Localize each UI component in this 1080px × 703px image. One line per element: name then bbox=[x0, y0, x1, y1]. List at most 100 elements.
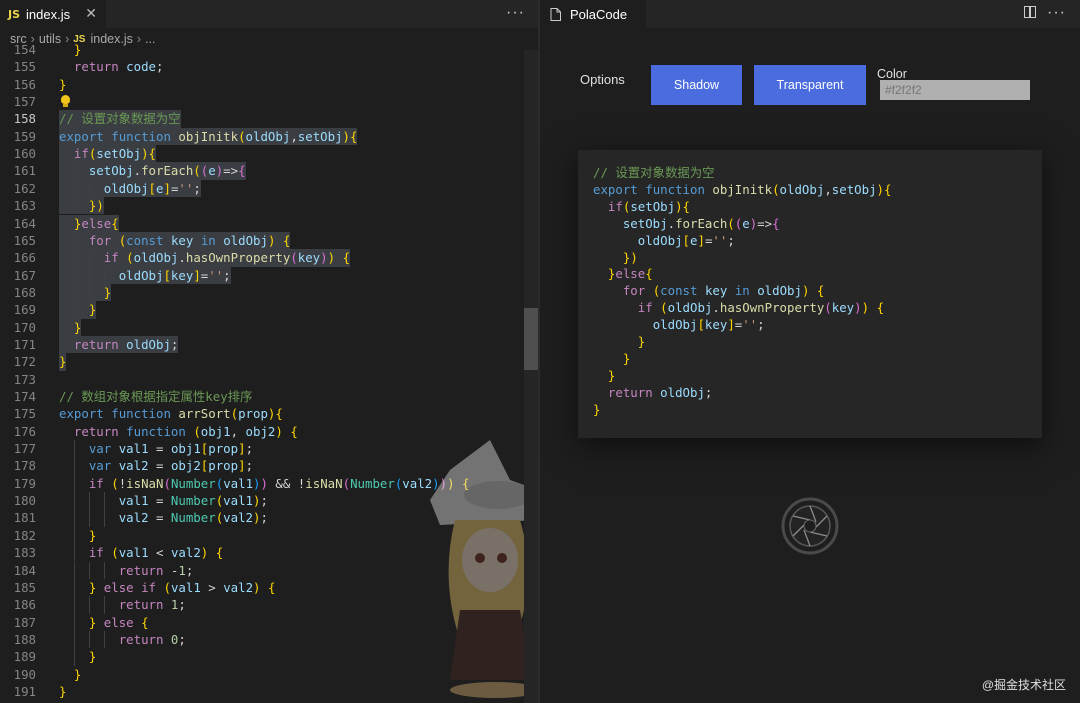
line-number: 184 bbox=[13, 562, 36, 578]
scrollbar-thumb[interactable] bbox=[524, 308, 538, 370]
tab-index-js[interactable]: JS index.js ✕ bbox=[0, 0, 106, 28]
indent-guide bbox=[73, 544, 75, 562]
line-code: export function arrSort(prop){ bbox=[59, 406, 283, 422]
line-code: } bbox=[59, 76, 67, 92]
mascot-background-image bbox=[430, 440, 538, 698]
indent-guide bbox=[103, 509, 105, 527]
line-number: 164 bbox=[13, 215, 36, 231]
code-line[interactable]: 161 setObj.forEach((e)=>{ bbox=[0, 162, 538, 180]
indent-guide bbox=[88, 561, 90, 579]
code-line[interactable]: 168 } bbox=[0, 283, 538, 302]
line-code: } else if (val1 > val2) { bbox=[88, 579, 276, 595]
line-code: } bbox=[88, 649, 97, 665]
code-line[interactable]: 162 oldObj[e]=''; bbox=[0, 179, 538, 198]
code-line[interactable]: 158 // 设置对象数据为空 bbox=[0, 110, 538, 128]
code-line[interactable]: 155 return code; bbox=[0, 58, 538, 75]
more-icon[interactable]: ··· bbox=[1047, 4, 1066, 22]
line-code: oldObj[e]=''; bbox=[59, 179, 201, 198]
indent-guide bbox=[73, 492, 75, 510]
line-number: 162 bbox=[13, 180, 36, 196]
code-line[interactable]: 174 // 数组对象根据指定属性key排序 bbox=[0, 388, 538, 405]
indent-guide bbox=[73, 648, 75, 666]
shutter-icon[interactable] bbox=[781, 497, 839, 555]
line-code: return 0; bbox=[118, 631, 186, 647]
line-number: 178 bbox=[13, 458, 36, 474]
line-number: 182 bbox=[13, 527, 36, 543]
indent-guide bbox=[103, 561, 105, 579]
line-code: return oldObj; bbox=[59, 335, 179, 354]
code-line[interactable]: 157 bbox=[0, 93, 538, 110]
line-code: }else{ bbox=[59, 214, 119, 232]
line-number: 160 bbox=[13, 146, 36, 162]
code-line[interactable]: 165 for (const key in oldObj) { bbox=[0, 231, 538, 250]
snippet-line: }else{ bbox=[607, 266, 653, 282]
indent-guide bbox=[88, 596, 90, 614]
line-code: var val1 = obj1[prop]; bbox=[88, 441, 254, 457]
options-label: Options bbox=[580, 72, 625, 87]
line-code: if (oldObj.hasOwnProperty(key)) { bbox=[59, 249, 351, 267]
line-code: if (!isNaN(Number(val1)) && !isNaN(Numbe… bbox=[88, 475, 470, 491]
polacode-pane: PolaCode ··· Options Shadow Transparent … bbox=[540, 0, 1080, 703]
line-number: 188 bbox=[13, 631, 36, 647]
code-line[interactable]: 169 } bbox=[0, 301, 538, 319]
line-code: } bbox=[59, 301, 97, 319]
code-line[interactable]: 156} bbox=[0, 76, 538, 93]
polacode-tab-label: PolaCode bbox=[570, 6, 628, 22]
indent-guide bbox=[103, 630, 105, 649]
code-line[interactable]: 176 return function (obj1, obj2) { bbox=[0, 423, 538, 440]
indent-guide bbox=[73, 630, 75, 649]
close-icon[interactable]: ✕ bbox=[85, 5, 97, 22]
line-code: return -1; bbox=[118, 562, 194, 578]
scrollbar-track[interactable] bbox=[524, 50, 538, 703]
code-line[interactable]: 170 } bbox=[0, 318, 538, 336]
tab-filename: index.js bbox=[26, 6, 71, 22]
indent-guide bbox=[103, 492, 105, 510]
line-code: // 设置对象数据为空 bbox=[59, 110, 181, 128]
indent-guide bbox=[73, 474, 75, 493]
snippet-line: for (const key in oldObj) { bbox=[622, 283, 825, 299]
snippet-line: }) bbox=[622, 249, 638, 265]
line-code: setObj.forEach((e)=>{ bbox=[59, 162, 246, 180]
snippet-line: } bbox=[607, 367, 616, 383]
line-number: 173 bbox=[13, 371, 36, 387]
line-number: 161 bbox=[13, 163, 36, 179]
line-number: 176 bbox=[13, 423, 36, 439]
line-number: 157 bbox=[13, 94, 36, 110]
indent-guide bbox=[73, 440, 75, 458]
code-line[interactable]: 172} bbox=[0, 353, 538, 371]
transparent-button[interactable]: Transparent bbox=[754, 65, 866, 105]
indent-guide bbox=[88, 283, 90, 302]
code-line[interactable]: 167 oldObj[key]=''; bbox=[0, 266, 538, 284]
indent-guide bbox=[88, 179, 90, 198]
js-file-icon: JS bbox=[8, 7, 21, 21]
indent-guide bbox=[103, 596, 105, 614]
snippet-line: oldObj[key]=''; bbox=[652, 317, 765, 333]
code-line[interactable]: 173 bbox=[0, 371, 538, 388]
shadow-button[interactable]: Shadow bbox=[651, 65, 742, 105]
line-number: 174 bbox=[13, 389, 36, 404]
indent-guide bbox=[73, 596, 75, 614]
line-code: } bbox=[73, 42, 82, 57]
line-number: 190 bbox=[13, 666, 36, 682]
code-line[interactable]: 164 }else{ bbox=[0, 214, 538, 232]
lightbulb-icon[interactable] bbox=[61, 95, 70, 108]
snippet-line: if (oldObj.hasOwnProperty(key)) { bbox=[637, 300, 885, 316]
tab-polacode[interactable]: PolaCode bbox=[540, 0, 646, 28]
snippet-line: export function objInitk(oldObj,setObj){ bbox=[593, 181, 892, 197]
code-line[interactable]: 163 }) bbox=[0, 197, 538, 215]
code-line[interactable]: 154 } bbox=[0, 41, 538, 58]
color-input[interactable] bbox=[880, 80, 1030, 100]
line-number: 166 bbox=[13, 250, 36, 266]
code-line[interactable]: 160 if(setObj){ bbox=[0, 145, 538, 163]
split-editor-icon[interactable] bbox=[1024, 6, 1036, 18]
code-line[interactable]: 166 if (oldObj.hasOwnProperty(key)) { bbox=[0, 249, 538, 267]
more-icon[interactable]: ··· bbox=[506, 4, 525, 22]
code-line[interactable]: 159 export function objInitk(oldObj,setOb… bbox=[0, 127, 538, 146]
line-number: 187 bbox=[13, 614, 36, 630]
line-code: return function (obj1, obj2) { bbox=[73, 423, 298, 439]
indent-guide bbox=[73, 249, 75, 267]
code-line[interactable]: 175 export function arrSort(prop){ bbox=[0, 405, 538, 422]
code-line[interactable]: 171 return oldObj; bbox=[0, 335, 538, 354]
line-number: 180 bbox=[13, 493, 36, 509]
line-number: 170 bbox=[13, 319, 36, 335]
